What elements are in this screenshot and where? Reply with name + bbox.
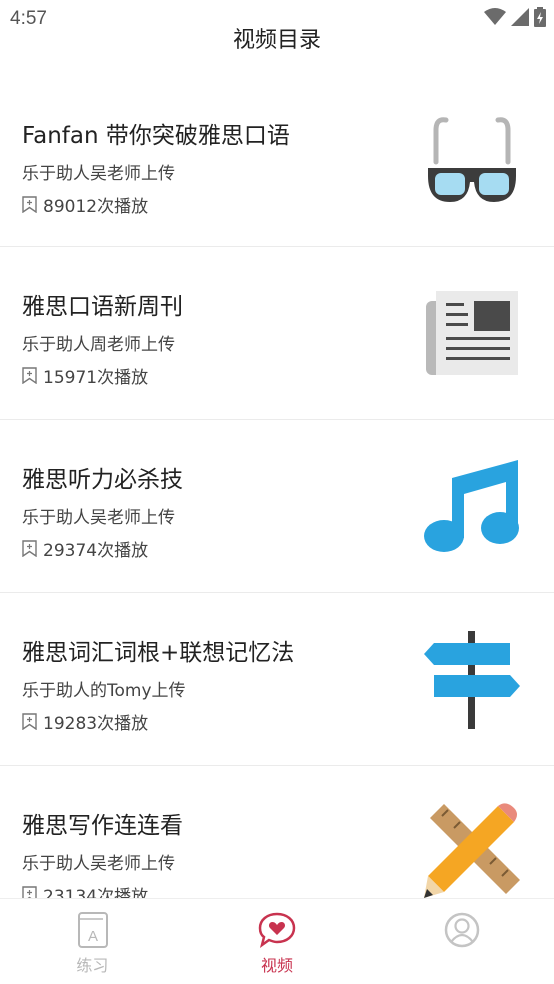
video-plays: 19283次播放	[22, 709, 148, 734]
glasses-icon	[428, 117, 516, 202]
signpost-icon	[424, 631, 520, 729]
newspaper-icon	[426, 291, 518, 375]
profile-icon	[444, 912, 479, 948]
video-title: 雅思写作连连看	[22, 813, 183, 839]
video-title: 雅思词汇词根+联想记忆法	[22, 640, 295, 666]
bookmark-icon	[22, 367, 37, 384]
video-uploader: 乐于助人的Tomy上传	[22, 681, 186, 701]
video-uploader: 乐于助人吴老师上传	[22, 164, 175, 184]
bookmark-icon	[22, 196, 37, 213]
tab-label: 练习	[76, 956, 109, 975]
pencil-ruler-icon	[424, 803, 520, 898]
bottom-tab-bar: A 练习 视频	[0, 898, 554, 984]
video-item[interactable]: 雅思听力必杀技 乐于助人吴老师上传 29374次播放	[0, 420, 554, 593]
video-item[interactable]: 雅思写作连连看 乐于助人吴老师上传 23134次播放	[0, 766, 554, 898]
video-plays: 89012次播放	[22, 192, 148, 217]
play-count: 23134次播放	[43, 887, 149, 898]
tab-profile[interactable]	[369, 899, 554, 984]
bookmark-icon	[22, 886, 37, 898]
play-count: 89012次播放	[43, 197, 149, 217]
video-title: 雅思口语新周刊	[22, 294, 183, 320]
play-count: 19283次播放	[43, 714, 149, 734]
bookmark-icon	[22, 713, 37, 730]
tab-label: 视频	[261, 956, 294, 975]
video-uploader: 乐于助人吴老师上传	[22, 508, 175, 528]
book-icon: A	[78, 912, 109, 948]
video-list[interactable]: Fanfan 带你突破雅思口语 乐于助人吴老师上传 89012次播放 雅思口语新…	[0, 76, 554, 898]
video-plays: 23134次播放	[22, 882, 148, 898]
video-uploader: 乐于助人吴老师上传	[22, 854, 175, 874]
video-title: Fanfan 带你突破雅思口语	[22, 123, 290, 149]
video-item[interactable]: 雅思口语新周刊 乐于助人周老师上传 15971次播放	[0, 247, 554, 420]
tab-video[interactable]: 视频	[185, 899, 370, 984]
video-plays: 29374次播放	[22, 536, 148, 561]
play-count: 15971次播放	[43, 368, 149, 388]
page-title: 视频目录	[232, 28, 321, 53]
svg-text:A: A	[88, 928, 98, 945]
tab-practice[interactable]: A 练习	[0, 899, 185, 984]
video-title: 雅思听力必杀技	[22, 467, 183, 493]
music-note-icon	[424, 460, 519, 552]
video-plays: 15971次播放	[22, 363, 148, 388]
bookmark-icon	[22, 540, 37, 557]
video-uploader: 乐于助人周老师上传	[22, 335, 175, 355]
heart-chat-icon	[258, 912, 296, 948]
video-item[interactable]: 雅思词汇词根+联想记忆法 乐于助人的Tomy上传 19283次播放	[0, 593, 554, 766]
play-count: 29374次播放	[43, 541, 149, 561]
video-item[interactable]: Fanfan 带你突破雅思口语 乐于助人吴老师上传 89012次播放	[0, 76, 554, 247]
